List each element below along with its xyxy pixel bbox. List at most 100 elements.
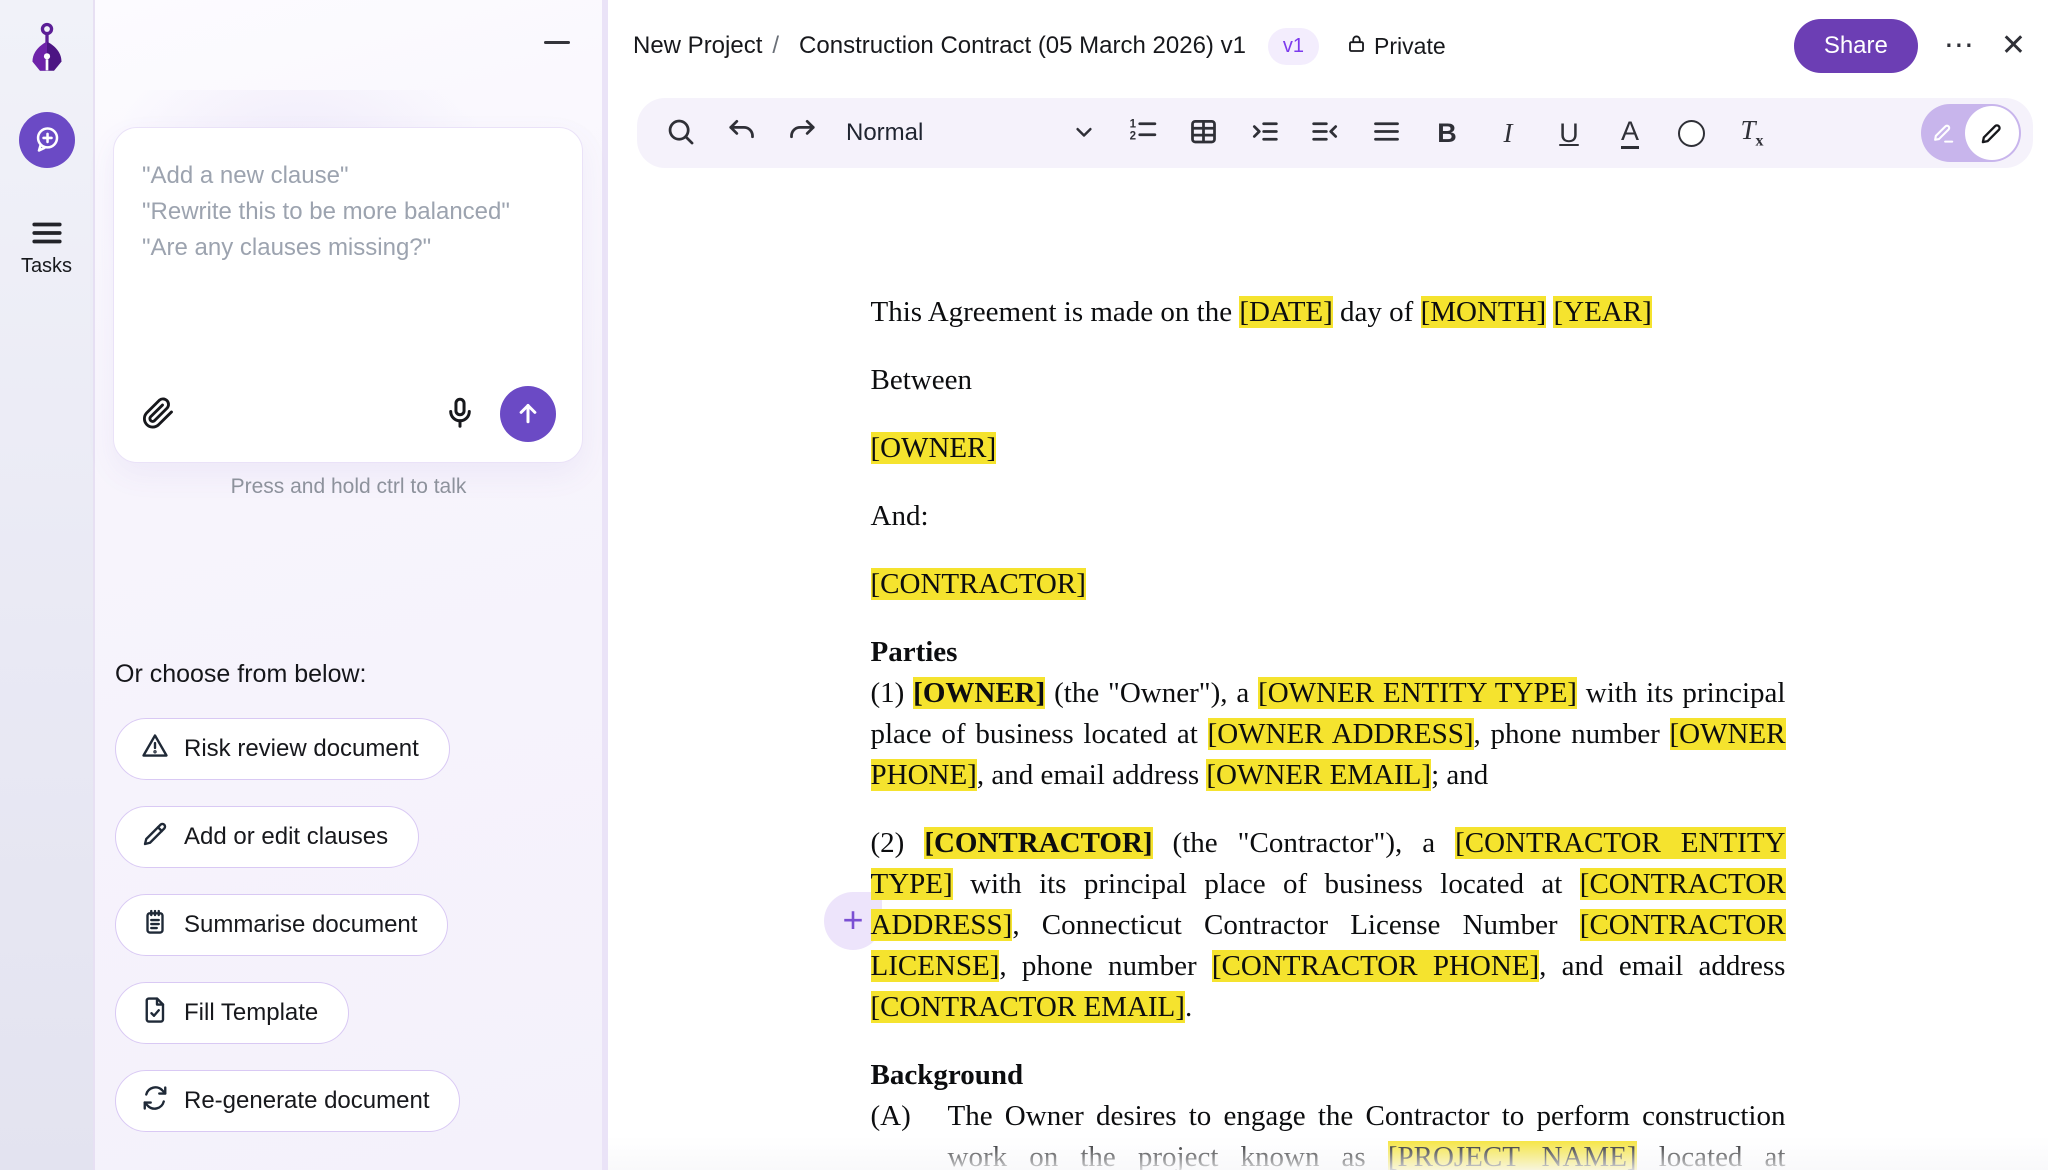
- document-paragraph[interactable]: And:: [871, 496, 1786, 537]
- more-options-button[interactable]: ⋯: [1944, 31, 1975, 61]
- document-paragraph[interactable]: (1) [OWNER] (the "Owner"), a [OWNER ENTI…: [871, 673, 1786, 796]
- action-pill-label: Risk review document: [184, 735, 419, 763]
- chevron-down-icon: [1070, 118, 1098, 149]
- text-run: day of: [1333, 296, 1421, 328]
- numbered-list-button[interactable]: 1 2: [1125, 111, 1159, 155]
- highlighted-placeholder: [OWNER]: [871, 432, 997, 464]
- search-icon: [664, 115, 697, 151]
- edit-mode-toggle[interactable]: [1921, 104, 2021, 162]
- text-run: located at: [1637, 1141, 1786, 1170]
- pen-nib-logo-icon[interactable]: [21, 22, 73, 84]
- highlighted-placeholder: [PROJECT NAME]: [1388, 1141, 1637, 1170]
- highlighted-placeholder: [CONTRACTOR EMAIL]: [871, 991, 1185, 1023]
- send-message-button[interactable]: [500, 386, 556, 442]
- highlighted-placeholder: [OWNER]: [913, 677, 1045, 709]
- paperclip-icon: [140, 395, 176, 434]
- underline-icon: U: [1559, 120, 1579, 147]
- chat-placeholder-line: "Are any clauses missing?": [142, 230, 554, 266]
- text-run: (the "Owner"), a: [1045, 677, 1258, 709]
- document-paragraph[interactable]: [OWNER]: [871, 428, 1786, 469]
- document-paragraph[interactable]: [CONTRACTOR]: [871, 564, 1786, 605]
- privacy-status[interactable]: Private: [1345, 32, 1446, 61]
- notepad-icon: [140, 907, 170, 944]
- document-paragraph[interactable]: (2) [CONTRACTOR] (the "Contractor"), a […: [871, 823, 1786, 1028]
- share-button[interactable]: Share: [1794, 19, 1918, 73]
- highlighted-placeholder: [YEAR]: [1553, 296, 1651, 328]
- plus-icon: +: [842, 902, 863, 938]
- indent-decrease-icon: [1309, 115, 1342, 151]
- chat-input[interactable]: "Add a new clause" "Rewrite this to be m…: [113, 127, 583, 463]
- redo-button[interactable]: [785, 111, 819, 155]
- edit-mode-pen-icon: [1965, 106, 2019, 160]
- document-paragraph[interactable]: This Agreement is made on the [DATE] day…: [871, 292, 1786, 333]
- lock-icon: [1345, 32, 1368, 61]
- new-chat-button[interactable]: [19, 112, 75, 168]
- paragraph-style-select[interactable]: Normal: [846, 118, 1098, 149]
- insert-table-button[interactable]: [1186, 111, 1220, 155]
- assistant-panel: "Add a new clause" "Rewrite this to be m…: [95, 0, 608, 1170]
- svg-text:2: 2: [1129, 130, 1135, 142]
- action-pill-summarise-document[interactable]: Summarise document: [115, 894, 448, 956]
- close-document-button[interactable]: ✕: [2001, 31, 2026, 61]
- color-swatch-icon: [1678, 120, 1705, 147]
- italic-button[interactable]: I: [1491, 111, 1525, 155]
- clear-formatting-button[interactable]: Tx: [1735, 111, 1769, 155]
- version-badge[interactable]: v1: [1268, 28, 1319, 65]
- chat-plus-icon: [31, 123, 63, 158]
- document-title[interactable]: Construction Contract (05 March 2026) v1: [799, 32, 1246, 60]
- indent-increase-button[interactable]: [1247, 111, 1281, 155]
- breadcrumb-project-link[interactable]: New Project: [633, 32, 762, 60]
- close-icon: ✕: [2001, 31, 2026, 61]
- header-actions: Share ⋯ ✕: [1794, 19, 2026, 73]
- text-run: , and email address: [977, 759, 1207, 791]
- underline-button[interactable]: U: [1552, 111, 1586, 155]
- tasks-menu-button[interactable]: Tasks: [21, 220, 72, 278]
- align-justify-icon: [1370, 115, 1403, 151]
- action-pill-risk-review-document[interactable]: Risk review document: [115, 718, 450, 780]
- text-run: Parties: [871, 636, 958, 668]
- highlighted-placeholder: [CONTRACTOR PHONE]: [1212, 950, 1539, 982]
- document-heading[interactable]: Background: [871, 1055, 1786, 1096]
- icon-rail: Tasks: [0, 0, 95, 1170]
- align-button[interactable]: [1369, 111, 1403, 155]
- bold-icon: B: [1437, 120, 1457, 147]
- text-run: , Connecticut Contractor License Number: [1012, 909, 1579, 941]
- action-pill-label: Re-generate document: [184, 1087, 429, 1115]
- text-run: , and email address: [1539, 950, 1785, 982]
- action-pill-re-generate-document[interactable]: Re-generate document: [115, 1070, 460, 1132]
- suggest-mode-pen-line-icon: [1923, 119, 1965, 147]
- highlight-color-button[interactable]: [1674, 111, 1708, 155]
- font-color-button[interactable]: A: [1613, 111, 1647, 155]
- document-heading[interactable]: Parties: [871, 632, 1786, 673]
- document-header: New Project / Construction Contract (05 …: [608, 0, 2048, 92]
- attach-file-button[interactable]: [140, 395, 176, 434]
- file-check-icon: [140, 995, 170, 1032]
- indent-decrease-button[interactable]: [1308, 111, 1342, 155]
- search-button[interactable]: [663, 111, 697, 155]
- bold-button[interactable]: B: [1430, 111, 1464, 155]
- text-run: , phone number: [1474, 718, 1670, 750]
- text-run: Background: [871, 1059, 1024, 1091]
- action-pill-add-or-edit-clauses[interactable]: Add or edit clauses: [115, 806, 419, 868]
- table-icon: [1187, 115, 1220, 151]
- action-pill-label: Add or edit clauses: [184, 823, 388, 851]
- arrow-up-icon: [513, 398, 543, 431]
- text-run: with its principal place of business loc…: [953, 868, 1580, 900]
- app-window: Tasks "Add a new clause" "Rewrite this t…: [0, 0, 2048, 1170]
- text-run: Between: [871, 364, 972, 396]
- action-pill-fill-template[interactable]: Fill Template: [115, 982, 349, 1044]
- highlighted-placeholder: [OWNER EMAIL]: [1206, 759, 1431, 791]
- voice-input-button[interactable]: [442, 395, 478, 434]
- minimize-assistant-button[interactable]: [540, 30, 574, 48]
- highlighted-placeholder: [DATE]: [1239, 296, 1332, 328]
- document-paragraph[interactable]: Between: [871, 360, 1786, 401]
- text-run: (1): [871, 677, 914, 709]
- document-paragraph[interactable]: (A)The Owner desires to engage the Contr…: [871, 1096, 1786, 1170]
- document-page[interactable]: This Agreement is made on the [DATE] day…: [871, 292, 1786, 1170]
- text-run: (the "Contractor"), a: [1153, 827, 1456, 859]
- document-scroll-area[interactable]: + This Agreement is made on the [DATE] d…: [608, 168, 2048, 1170]
- highlighted-placeholder: [MONTH]: [1421, 296, 1547, 328]
- undo-button[interactable]: [724, 111, 758, 155]
- ellipsis-icon: ⋯: [1944, 31, 1975, 61]
- hamburger-icon: [30, 220, 64, 249]
